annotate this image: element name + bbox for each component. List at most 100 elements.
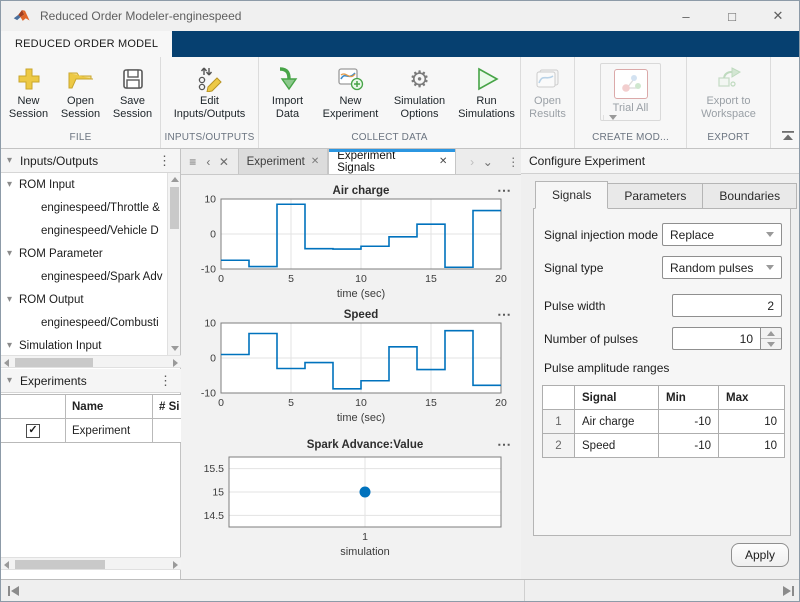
edit-io-icon bbox=[196, 63, 224, 95]
inputs-outputs-header[interactable]: ▾ Inputs/Outputs ⋮ bbox=[1, 149, 180, 173]
configure-experiment-panel: Configure Experiment Signals Parameters … bbox=[521, 149, 800, 579]
svg-text:1: 1 bbox=[362, 531, 368, 543]
chevron-down-icon: ▾ bbox=[7, 155, 12, 166]
app-window: Reduced Order Modeler-enginespeed – □ ✕ … bbox=[0, 0, 800, 602]
tab-boundaries[interactable]: Boundaries bbox=[703, 183, 797, 209]
document-area: ≡ ‹ ✕ Experiment ✕ Experiment Signals ✕ … bbox=[181, 149, 521, 579]
chart-speed: -1001005101520Speed⋯time (sec) bbox=[183, 307, 519, 427]
group-label-export: EXPORT bbox=[687, 132, 770, 148]
document-tab-bar: ≡ ‹ ✕ Experiment ✕ Experiment Signals ✕ … bbox=[181, 149, 521, 175]
collapse-right-panel-icon[interactable] bbox=[781, 585, 795, 600]
experiments-table: Name # Si ✓Experiment bbox=[1, 394, 181, 443]
experiments-hscrollbar[interactable] bbox=[1, 557, 181, 570]
play-icon bbox=[475, 63, 499, 95]
svg-text:-10: -10 bbox=[201, 264, 216, 276]
tree-item[interactable]: enginespeed/Throttle & bbox=[1, 196, 167, 219]
close-tab-icon[interactable]: ✕ bbox=[216, 149, 232, 174]
io-tree-hscrollbar[interactable] bbox=[1, 355, 181, 368]
signal-type-select[interactable]: Random pulses bbox=[662, 256, 782, 279]
pulse-width-input[interactable]: 2 bbox=[672, 294, 782, 317]
close-icon[interactable]: ✕ bbox=[311, 156, 319, 167]
tree-item[interactable]: ▾ROM Input bbox=[1, 173, 167, 196]
close-icon[interactable]: ✕ bbox=[439, 156, 447, 167]
experiments-table-header: Name # Si bbox=[1, 394, 181, 419]
chart-options-icon[interactable]: ⋯ bbox=[497, 437, 511, 452]
save-session-button[interactable]: Save Session bbox=[107, 61, 159, 132]
chart-title: Speed bbox=[344, 309, 379, 321]
group-label-collect-data: COLLECT DATA bbox=[259, 132, 520, 148]
tree-item[interactable]: enginespeed/Spark Adv bbox=[1, 265, 167, 288]
close-button[interactable]: ✕ bbox=[755, 1, 800, 31]
signal-injection-mode-select[interactable]: Replace bbox=[662, 223, 782, 246]
ribbon-toolbar: New Session Open Session Save Session FI… bbox=[1, 57, 800, 149]
collapse-ribbon-button[interactable] bbox=[781, 130, 795, 144]
document-menu-icon[interactable]: ⋮ bbox=[506, 149, 522, 174]
model-network-icon bbox=[614, 69, 648, 99]
tree-item[interactable]: enginespeed/Combusti bbox=[1, 311, 167, 334]
save-icon bbox=[121, 63, 145, 95]
table-row[interactable]: ✓Experiment bbox=[1, 419, 181, 443]
svg-text:10: 10 bbox=[355, 273, 367, 285]
tab-experiment-signals[interactable]: Experiment Signals ✕ bbox=[328, 149, 456, 174]
simulation-options-button[interactable]: ⚙ Simulation Options bbox=[386, 61, 454, 132]
tab-experiment[interactable]: Experiment ✕ bbox=[238, 149, 329, 174]
inputs-outputs-menu-icon[interactable]: ⋮ bbox=[155, 153, 174, 169]
plus-icon bbox=[16, 63, 42, 95]
signal-injection-mode-row: Signal injection mode Replace bbox=[544, 223, 782, 246]
chevron-down-icon[interactable]: ▾ bbox=[7, 179, 19, 190]
gear-icon: ⚙ bbox=[409, 63, 430, 95]
chevron-down-icon[interactable]: ▾ bbox=[7, 340, 19, 351]
tree-item[interactable]: ▾Simulation Input bbox=[1, 334, 167, 355]
svg-text:0: 0 bbox=[210, 353, 216, 365]
open-session-button[interactable]: Open Session bbox=[55, 61, 107, 132]
signal-type-row: Signal type Random pulses bbox=[544, 256, 782, 279]
pulse-amplitude-label: Pulse amplitude ranges bbox=[544, 361, 782, 375]
pulse-width-row: Pulse width 2 bbox=[544, 294, 782, 317]
tree-item[interactable]: enginespeed/Vehicle D bbox=[1, 219, 167, 242]
apply-button[interactable]: Apply bbox=[731, 543, 789, 567]
svg-text:15: 15 bbox=[212, 487, 224, 499]
svg-text:20: 20 bbox=[495, 397, 507, 409]
bottom-strip bbox=[1, 579, 800, 602]
amplitude-row: 2Speed-1010 bbox=[543, 434, 785, 458]
ribbon-group-export: Export to Workspace EXPORT bbox=[687, 57, 771, 148]
tab-reduced-order-model[interactable]: REDUCED ORDER MODEL bbox=[1, 31, 172, 57]
scroll-tabs-right-icon[interactable]: › bbox=[464, 149, 480, 174]
maximize-button[interactable]: □ bbox=[709, 1, 755, 31]
tree-item[interactable]: ▾ROM Output bbox=[1, 288, 167, 311]
tab-parameters[interactable]: Parameters bbox=[608, 183, 703, 209]
scroll-tabs-left-icon[interactable]: ‹ bbox=[201, 149, 217, 174]
svg-text:5: 5 bbox=[288, 273, 294, 285]
new-session-button[interactable]: New Session bbox=[3, 61, 55, 132]
minimize-button[interactable]: – bbox=[663, 1, 709, 31]
svg-text:15.5: 15.5 bbox=[204, 463, 225, 475]
svg-text:15: 15 bbox=[425, 397, 437, 409]
tab-list-menu-icon[interactable]: ≡ bbox=[185, 149, 201, 174]
collapse-left-panel-icon[interactable] bbox=[7, 585, 21, 600]
edit-inputs-outputs-button[interactable]: Edit Inputs/Outputs bbox=[163, 61, 257, 132]
tab-signals[interactable]: Signals bbox=[535, 181, 608, 209]
tab-dropdown-icon[interactable]: ⌄ bbox=[480, 149, 496, 174]
svg-text:20: 20 bbox=[495, 273, 507, 285]
chart-spark-advance-value: 14.51515.51Spark Advance:Value⋯simulatio… bbox=[183, 437, 519, 561]
window-title: Reduced Order Modeler-enginespeed bbox=[40, 9, 241, 23]
chevron-down-icon[interactable]: ▾ bbox=[7, 248, 19, 259]
chart-xlabel: time (sec) bbox=[337, 288, 385, 300]
import-data-button[interactable]: Import Data bbox=[260, 61, 316, 132]
chevron-down-icon[interactable]: ▾ bbox=[7, 294, 19, 305]
io-tree-vscrollbar[interactable] bbox=[167, 173, 180, 355]
experiments-header[interactable]: ▾ Experiments ⋮ bbox=[1, 369, 181, 393]
quantity-stepper[interactable] bbox=[760, 327, 782, 350]
results-chart-icon bbox=[535, 63, 561, 95]
experiment-checkbox[interactable]: ✓ bbox=[26, 424, 40, 438]
chart-options-icon[interactable]: ⋯ bbox=[497, 307, 511, 322]
number-of-pulses-input[interactable]: 10 bbox=[672, 327, 760, 350]
group-label-inputs-outputs: INPUTS/OUTPUTS bbox=[161, 132, 258, 148]
run-simulations-button[interactable]: Run Simulations bbox=[454, 61, 520, 132]
amplitude-row: 1Air charge-1010 bbox=[543, 410, 785, 434]
tree-item[interactable]: ▾ROM Parameter bbox=[1, 242, 167, 265]
chart-options-icon[interactable]: ⋯ bbox=[497, 183, 511, 198]
configure-tabs: Signals Parameters Boundaries bbox=[535, 183, 797, 209]
experiments-menu-icon[interactable]: ⋮ bbox=[156, 373, 175, 389]
new-experiment-button[interactable]: New Experiment bbox=[316, 61, 386, 132]
